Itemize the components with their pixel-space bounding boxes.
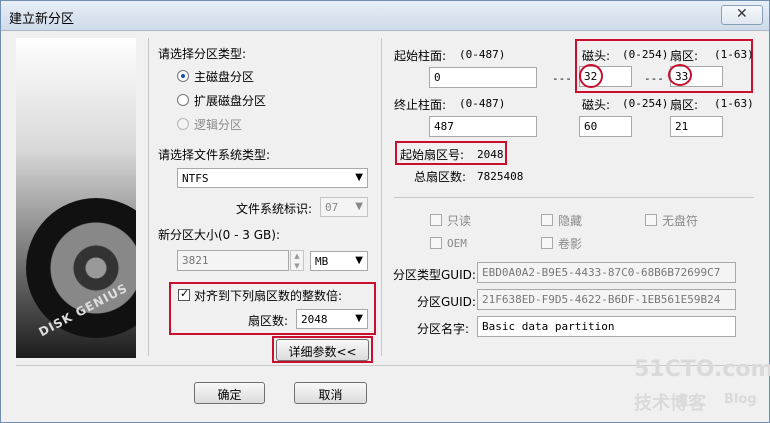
start-sector-circle — [668, 64, 692, 86]
disk-genius-image: DISK GENIUS — [16, 38, 136, 358]
fs-type-value: NTFS — [182, 172, 209, 185]
chevron-down-icon: ▼ — [355, 172, 363, 183]
align-label: 对齐到下列扇区数的整数倍: — [194, 289, 343, 303]
size-input[interactable]: 3821 — [177, 250, 289, 271]
start-sector-label: 扇区: — [670, 49, 699, 63]
size-spinner[interactable]: ▲ ▼ — [290, 250, 304, 271]
watermark-blog-cn: 技术博客 — [634, 393, 706, 414]
right-divider — [394, 197, 754, 198]
oem-checkbox[interactable] — [430, 237, 442, 249]
start-head-range: (0-254) — [622, 48, 669, 61]
primary-partition-label: 主磁盘分区 — [194, 70, 255, 84]
fs-id-value: 07 — [325, 201, 339, 214]
no-drive-letter-checkbox[interactable] — [645, 214, 657, 226]
size-unit-select[interactable]: MB ▼ — [310, 251, 368, 271]
primary-partition-radio[interactable] — [177, 70, 189, 82]
fs-id-select[interactable]: 07 ▼ — [320, 197, 368, 217]
cancel-button[interactable]: 取消 — [294, 382, 367, 404]
part-name-label: 分区名字: — [417, 322, 470, 336]
sectors-label: 扇区数: — [248, 314, 289, 328]
logical-partition-radio[interactable] — [177, 118, 189, 130]
readonly-label: 只读 — [447, 214, 472, 228]
start-head-circle — [579, 64, 603, 88]
new-partition-dialog: 建立新分区 ✕ DISK GENIUS 请选择分区类型: 主磁盘分区 扩展磁盘分… — [0, 0, 770, 423]
part-guid-input[interactable]: 21F638ED-F9D5-4622-B6DF-1EB561E59B24 — [477, 289, 736, 310]
dialog-title: 建立新分区 — [9, 12, 75, 27]
partition-type-label: 请选择分区类型: — [158, 47, 247, 61]
sectors-value: 2048 — [301, 313, 328, 326]
title-bar: 建立新分区 ✕ — [1, 1, 769, 31]
fs-type-select[interactable]: NTFS ▼ — [177, 168, 368, 188]
start-sector-no-label: 起始扇区号: — [400, 148, 465, 162]
chevron-down-icon: ▼ — [355, 255, 363, 266]
fs-id-label: 文件系统标识: — [236, 202, 313, 216]
extended-partition-label: 扩展磁盘分区 — [194, 94, 267, 108]
extended-partition-radio[interactable] — [177, 94, 189, 106]
dash-separator: --- — [644, 72, 664, 85]
end-head-input[interactable]: 60 — [579, 116, 632, 137]
ok-button[interactable]: 确定 — [194, 382, 265, 404]
start-sector-no-value: 2048 — [477, 148, 504, 161]
middle-divider — [381, 38, 382, 356]
watermark-domain: 51CTO.com — [634, 357, 770, 382]
fs-type-label: 请选择文件系统类型: — [158, 148, 271, 162]
end-head-range: (0-254) — [622, 97, 669, 110]
size-value: 3821 — [182, 254, 209, 267]
end-sector-input[interactable]: 21 — [670, 116, 723, 137]
close-button[interactable]: ✕ — [721, 5, 763, 25]
sectors-select[interactable]: 2048 ▼ — [296, 309, 368, 329]
shadow-copy-checkbox[interactable] — [541, 237, 553, 249]
start-cyl-range: (0-487) — [459, 48, 506, 61]
start-sector-range: (1-63) — [714, 48, 754, 61]
oem-label: OEM — [447, 237, 467, 250]
part-name-input[interactable]: Basic data partition — [477, 316, 736, 337]
no-drive-letter-label: 无盘符 — [662, 214, 699, 228]
logical-partition-label: 逻辑分区 — [194, 118, 243, 132]
part-guid-label: 分区GUID: — [417, 295, 476, 309]
left-divider — [148, 38, 149, 356]
align-checkbox[interactable] — [178, 287, 190, 301]
end-sector-range: (1-63) — [714, 97, 754, 110]
start-head-label: 磁头: — [582, 49, 611, 63]
hidden-label: 隐藏 — [558, 214, 583, 228]
dash-separator: --- — [552, 72, 572, 85]
end-head-label: 磁头: — [582, 98, 611, 112]
readonly-checkbox[interactable] — [430, 214, 442, 226]
details-button[interactable]: 详细参数<< — [276, 339, 369, 361]
end-sector-label: 扇区: — [670, 98, 699, 112]
total-sectors-value: 7825408 — [477, 170, 524, 183]
size-unit-value: MB — [315, 255, 329, 268]
chevron-down-icon: ▼ — [355, 313, 363, 324]
close-icon: ✕ — [736, 6, 748, 22]
end-cyl-range: (0-487) — [459, 97, 506, 110]
start-cyl-input[interactable]: 0 — [429, 67, 537, 88]
chevron-down-icon: ▼ — [355, 201, 363, 212]
hidden-checkbox[interactable] — [541, 214, 553, 226]
type-guid-label: 分区类型GUID: — [393, 268, 476, 282]
type-guid-input[interactable]: EBD0A0A2-B9E5-4433-87C0-68B6B72699C7 — [477, 262, 736, 283]
size-label: 新分区大小(0 - 3 GB): — [158, 228, 280, 242]
end-cyl-label: 终止柱面: — [394, 98, 447, 112]
watermark-blog-en: Blog — [724, 392, 757, 407]
end-cyl-input[interactable]: 487 — [429, 116, 537, 137]
start-cyl-label: 起始柱面: — [394, 49, 447, 63]
shadow-copy-label: 卷影 — [558, 237, 583, 251]
total-sectors-label: 总扇区数: — [414, 170, 467, 184]
